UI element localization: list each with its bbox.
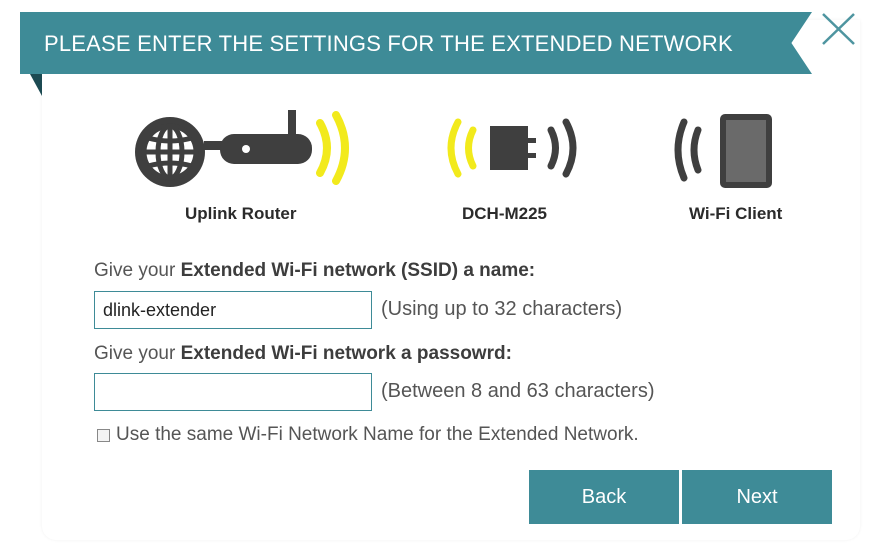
extender-icon (447, 118, 577, 178)
close-icon[interactable] (818, 10, 858, 50)
same-name-checkbox-label: Use the same Wi-Fi Network Name for the … (116, 424, 639, 445)
uplink-router-icon (135, 110, 349, 187)
ssid-prompt-prefix: Give your (94, 260, 181, 281)
extender-label: DCH-M225 (462, 204, 548, 223)
tablet-icon (674, 114, 772, 188)
same-name-option[interactable]: Use the same Wi-Fi Network Name for the … (97, 424, 639, 446)
password-prompt: Give your Extended Wi-Fi network a passo… (94, 343, 512, 365)
password-hint: (Between 8 and 63 characters) (381, 380, 655, 402)
page-title: PLEASE ENTER THE SETTINGS FOR THE EXTEND… (44, 31, 733, 56)
wifi-client-label: Wi-Fi Client (689, 204, 783, 223)
password-prompt-bold: Extended Wi-Fi network a passowrd: (180, 343, 512, 364)
next-button[interactable]: Next (682, 470, 832, 524)
ssid-hint: (Using up to 32 characters) (381, 298, 623, 320)
password-input[interactable] (94, 373, 372, 411)
password-prompt-prefix: Give your (94, 343, 181, 364)
ssid-prompt: Give your Extended Wi-Fi network (SSID) … (94, 260, 535, 282)
back-button[interactable]: Back (529, 470, 679, 524)
banner-fold (30, 74, 42, 96)
ssid-input[interactable] (94, 291, 372, 329)
ssid-prompt-bold: Extended Wi-Fi network (SSID) a name: (180, 260, 536, 281)
uplink-router-label: Uplink Router (185, 204, 297, 223)
same-name-checkbox[interactable] (97, 428, 110, 442)
